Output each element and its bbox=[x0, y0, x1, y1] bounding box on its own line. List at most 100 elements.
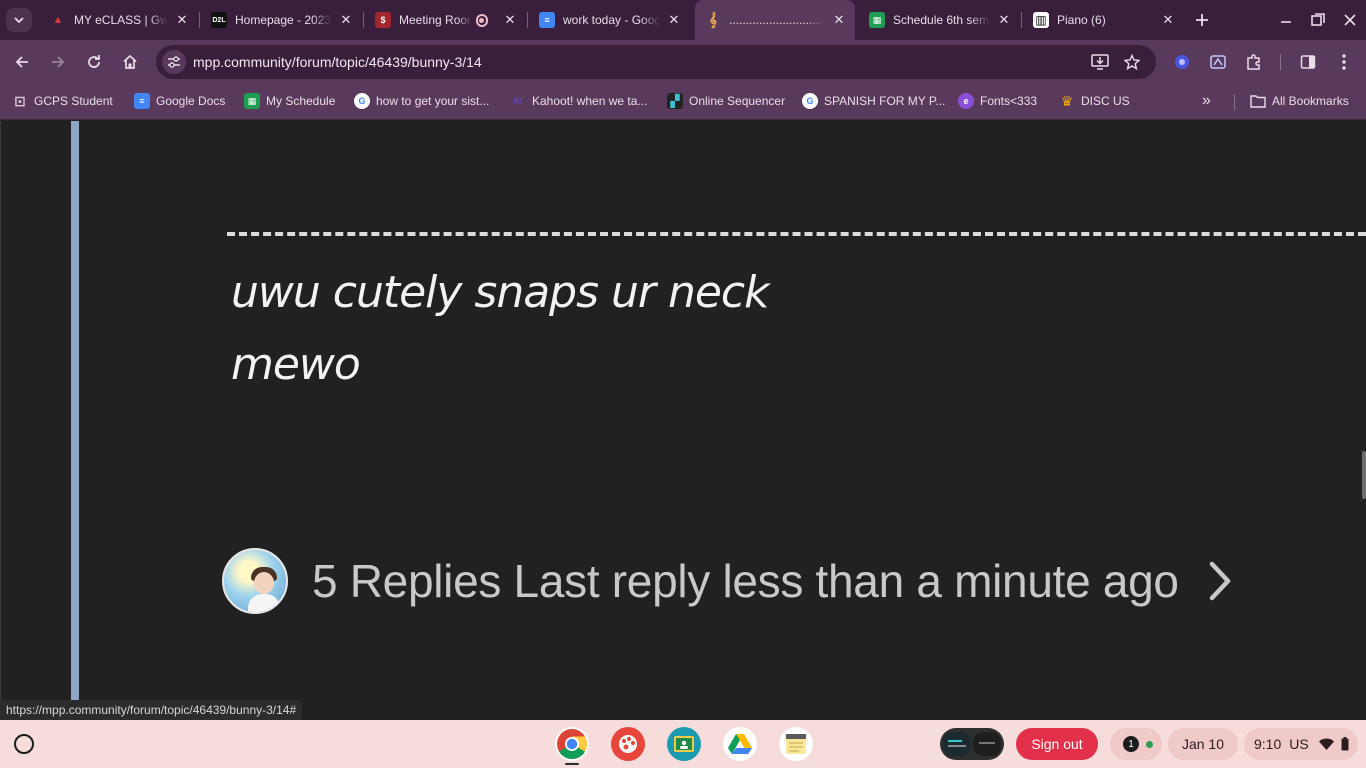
avatar[interactable] bbox=[222, 548, 288, 614]
extension-button[interactable] bbox=[1168, 48, 1196, 76]
bookmark-google-docs[interactable]: ≡ Google Docs bbox=[134, 92, 225, 110]
classroom-icon bbox=[674, 736, 694, 752]
reload-button[interactable] bbox=[80, 48, 108, 76]
close-icon[interactable]: ✕ bbox=[831, 12, 847, 28]
bookmark-gcps-student[interactable]: ⊡ GCPS Student bbox=[12, 92, 113, 110]
paint-icon bbox=[619, 735, 637, 753]
paint-app[interactable] bbox=[611, 727, 645, 761]
close-window-button[interactable] bbox=[1336, 6, 1364, 34]
status-dot bbox=[1146, 740, 1153, 748]
address-bar[interactable]: mpp.community/forum/topic/46439/bunny-3/… bbox=[156, 45, 1156, 79]
close-icon[interactable]: ✕ bbox=[502, 12, 518, 28]
google-docs-icon: ≡ bbox=[134, 93, 150, 109]
close-icon[interactable]: ✕ bbox=[996, 12, 1012, 28]
virtual-desks-button[interactable] bbox=[940, 728, 1004, 760]
google-drive-app[interactable] bbox=[723, 727, 757, 761]
chevron-down-icon bbox=[14, 17, 24, 24]
bookmark-disc-us[interactable]: ♛ DISC US bbox=[1059, 92, 1130, 110]
side-panel-icon bbox=[1300, 55, 1316, 69]
bookmark-online-sequencer[interactable]: ▞ Online Sequencer bbox=[667, 92, 785, 110]
arrow-right-icon bbox=[52, 56, 65, 68]
os-shelf: Sign out 1 Jan 10 9:10 US bbox=[0, 720, 1366, 768]
bookmark-my-schedule[interactable]: ▦ My Schedule bbox=[244, 92, 335, 110]
arrow-left-icon bbox=[15, 56, 28, 68]
extension-button[interactable] bbox=[1204, 48, 1232, 76]
puzzle-icon bbox=[1247, 54, 1260, 70]
close-icon[interactable]: ✕ bbox=[1160, 12, 1176, 28]
kahoot-icon: K! bbox=[513, 96, 523, 106]
restore-icon bbox=[1311, 13, 1325, 26]
system-tray[interactable]: 9:10 US bbox=[1244, 728, 1358, 760]
all-bookmarks-label: All Bookmarks bbox=[1272, 94, 1349, 108]
bookmark-label: Online Sequencer bbox=[689, 94, 786, 108]
classroom-app[interactable] bbox=[667, 727, 701, 761]
tab-title: .............................. bbox=[729, 13, 825, 27]
eclass-icon: ▲ bbox=[52, 14, 64, 26]
tab-active-forum[interactable]: 𝄞 .............................. ✕ bbox=[695, 0, 855, 40]
tab-strip: ▲ MY eCLASS | Gwinnett ✕ D2L Homepage - … bbox=[0, 0, 1366, 40]
notification-button[interactable]: 1 bbox=[1110, 728, 1162, 760]
running-indicator bbox=[565, 763, 579, 765]
install-app-icon[interactable] bbox=[1090, 52, 1110, 72]
extensions-menu-button[interactable] bbox=[1240, 48, 1268, 76]
bookmarks-overflow-button[interactable]: » bbox=[1202, 92, 1211, 110]
bookmarks-bar: ⊡ GCPS Student ≡ Google Docs ▦ My Schedu… bbox=[0, 84, 1366, 120]
chevron-right-icon[interactable] bbox=[1205, 558, 1235, 604]
recording-icon bbox=[475, 13, 488, 27]
maximize-button[interactable] bbox=[1304, 6, 1332, 34]
crown-icon: ♛ bbox=[1060, 92, 1074, 109]
home-button[interactable] bbox=[116, 48, 144, 76]
google-sheets-icon: ▦ bbox=[869, 12, 885, 28]
bookmark-label: Fonts<333 bbox=[980, 94, 1038, 108]
forward-button[interactable] bbox=[44, 48, 72, 76]
tab-meeting-room[interactable]: $ Meeting Room ✕ bbox=[365, 4, 526, 36]
site-info-button[interactable] bbox=[162, 50, 186, 74]
star-icon[interactable] bbox=[1122, 52, 1142, 72]
tab-homepage[interactable]: D2L Homepage - 2023 ✕ bbox=[201, 4, 362, 36]
notification-count: 1 bbox=[1123, 736, 1139, 752]
tab-work-today[interactable]: ≡ work today - Google Docs ✕ bbox=[529, 4, 690, 36]
google-docs-icon: ≡ bbox=[539, 12, 555, 28]
minimize-button[interactable] bbox=[1272, 6, 1300, 34]
tab-title: MY eCLASS | Gwinnett bbox=[74, 13, 168, 27]
bookmark-separator bbox=[1234, 94, 1235, 110]
replies-link[interactable]: 5 Replies Last reply less than a minute … bbox=[222, 548, 1235, 614]
tab-piano[interactable]: ▥ Piano (6) ✕ bbox=[1023, 4, 1184, 36]
fonts-icon: e bbox=[958, 93, 974, 109]
new-tab-button[interactable] bbox=[1190, 8, 1214, 32]
desk-preview bbox=[943, 732, 971, 756]
close-icon[interactable]: ✕ bbox=[338, 12, 354, 28]
tab-title: Piano (6) bbox=[1057, 13, 1106, 27]
d2l-icon: D2L bbox=[211, 12, 227, 28]
close-icon[interactable]: ✕ bbox=[666, 12, 682, 28]
all-bookmarks-button[interactable]: All Bookmarks bbox=[1250, 92, 1349, 110]
url-text[interactable]: mpp.community/forum/topic/46439/bunny-3/… bbox=[193, 54, 482, 70]
scrollbar-thumb[interactable] bbox=[1362, 451, 1366, 499]
date-tray[interactable]: Jan 10 bbox=[1168, 728, 1238, 760]
chrome-app[interactable] bbox=[555, 727, 589, 761]
tab-separator bbox=[363, 12, 364, 28]
tab-search-button[interactable] bbox=[6, 8, 32, 32]
sign-out-button[interactable]: Sign out bbox=[1016, 728, 1098, 760]
bookmark-how-to-get[interactable]: G how to get your sist... bbox=[354, 92, 489, 110]
back-button[interactable] bbox=[8, 48, 36, 76]
menu-button[interactable] bbox=[1330, 48, 1358, 76]
notes-icon bbox=[786, 734, 806, 754]
google-icon: G bbox=[354, 93, 370, 109]
close-icon[interactable]: ✕ bbox=[174, 12, 190, 28]
reading-extension-icon bbox=[1210, 55, 1226, 69]
tab-schedule[interactable]: ▦ Schedule 6th semester ✕ bbox=[859, 4, 1020, 36]
side-panel-button[interactable] bbox=[1294, 48, 1322, 76]
post-text-line: uwu cutely snaps ur neck bbox=[231, 267, 770, 318]
launcher-button[interactable] bbox=[14, 734, 34, 754]
folder-icon bbox=[1250, 95, 1266, 108]
replies-summary[interactable]: 5 Replies Last reply less than a minute … bbox=[312, 554, 1179, 608]
folder-link-icon: ⊡ bbox=[14, 92, 26, 109]
bookmark-fonts[interactable]: e Fonts<333 bbox=[958, 92, 1037, 110]
bookmark-kahoot[interactable]: K! Kahoot! when we ta... bbox=[510, 92, 648, 110]
tab-eclass[interactable]: ▲ MY eCLASS | Gwinnett ✕ bbox=[40, 4, 198, 36]
notes-app[interactable] bbox=[779, 727, 813, 761]
toolbar-separator bbox=[1280, 54, 1281, 70]
music-note-icon: 𝄞 bbox=[709, 12, 717, 27]
bookmark-spanish[interactable]: G SPANISH FOR MY P... bbox=[802, 92, 945, 110]
